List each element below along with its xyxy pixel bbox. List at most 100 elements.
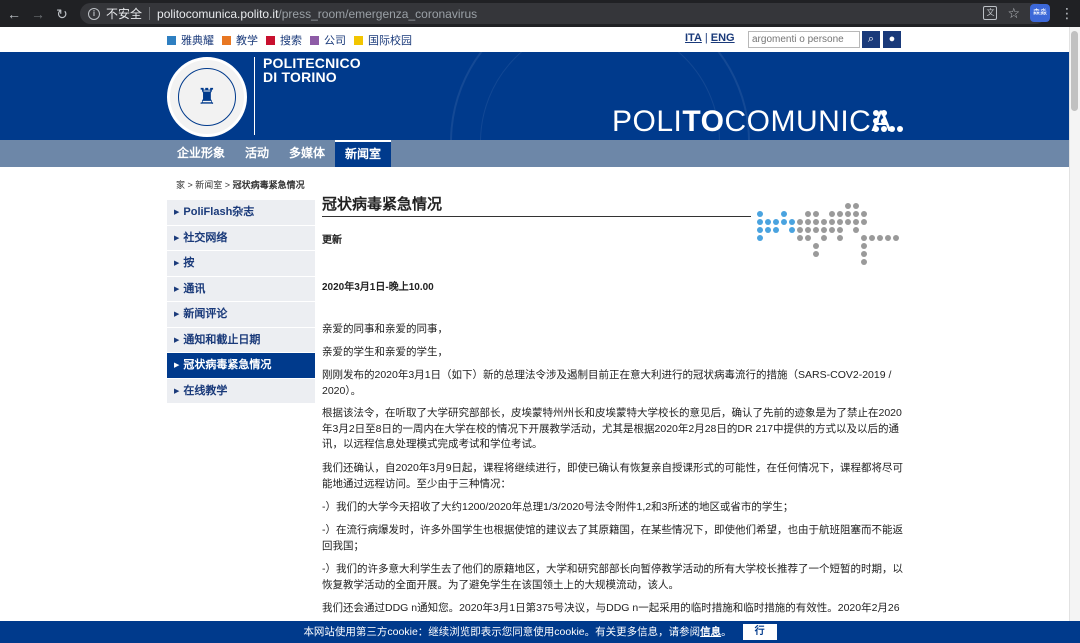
info-icon[interactable]: i	[88, 7, 100, 20]
cookie-info-link[interactable]: 信息	[700, 626, 721, 638]
arrow-right-icon: ▶	[174, 311, 180, 318]
address-bar[interactable]: i 不安全 politocomunica.polito.it/press_roo…	[80, 3, 1046, 24]
brand-wordmark[interactable]: POLITOCOMUNICA	[612, 107, 892, 137]
bookmark-star-icon[interactable]: ☆	[1007, 6, 1020, 20]
arrow-right-icon: ▶	[174, 387, 180, 395]
scrollbar-track[interactable]	[1069, 27, 1080, 621]
university-seal-logo[interactable]: ♜	[167, 57, 247, 137]
sidebar-item-label: 按	[183, 257, 195, 269]
paragraph-reason-2: -）在流行病爆发时，许多外国学生也根据使馆的建议去了其原籍国，在某些情况下，即使…	[322, 524, 903, 552]
arrow-right-icon: ▶	[174, 285, 180, 293]
search-icon: ⌕	[867, 33, 875, 45]
top-link-label: 搜索	[280, 35, 302, 47]
cookie-banner: 本网站使用第三方cookie：继续浏览即表示您同意使用cookie。有关更多信息…	[0, 621, 1080, 643]
top-link-label: 公司	[324, 35, 346, 47]
square-icon	[310, 35, 319, 45]
back-arrow-icon[interactable]: ←	[4, 4, 24, 24]
sidebar: ▶ PoliFlash杂志 ▶ 社交网络 ▶ 按 ▶ 通讯 ▶ 新闻评论 ▶ 通知和截止日期…	[167, 200, 315, 643]
scrollbar-thumb[interactable]	[1071, 31, 1078, 111]
university-name[interactable]: POLITECNICO DI TORINO	[263, 56, 361, 84]
sidebar-item-label: 冠状病毒紧急情况	[183, 359, 272, 371]
arrow-right-icon: ▶	[174, 209, 180, 216]
breadcrumb: 家 > 新闻室 > 冠状病毒紧急情况	[176, 178, 305, 191]
translate-icon[interactable]: 文	[983, 6, 998, 20]
square-icon	[354, 35, 363, 45]
brand-pre: POLI	[612, 105, 683, 138]
utility-bar: 雅典耀 教学 搜索 公司 国际校园 ITA|ENG ⌕ ●	[0, 27, 1080, 52]
top-link-athena[interactable]: 雅典耀	[167, 32, 214, 48]
language-switcher: ITA | ENG	[685, 32, 735, 44]
paragraph-resume-courses: 我们还确认，自2020年3月9日起，课程将继续进行，即使已确认有恢复亲自授课形式…	[322, 462, 904, 490]
paragraph-greeting-students: 亲爱的学生和亲爱的学生，	[322, 346, 448, 358]
cookie-accept-button[interactable]: 行	[742, 624, 777, 641]
paragraph-reason-3: -）我们的许多意大利学生去了他们的原籍地区，大学和研究部部长向暂停教学活动的所有…	[322, 563, 903, 591]
breadcrumb-sep: >	[185, 180, 196, 190]
top-link-research[interactable]: 搜索	[266, 32, 302, 48]
cookie-text: 本网站使用第三方cookie：继续浏览即表示您同意使用cookie。有关更多信息…	[303, 626, 701, 638]
sidebar-item-newsletter[interactable]: ▶ 通讯	[167, 277, 315, 302]
seal-emblem-icon: ♜	[178, 68, 236, 126]
lang-eng-link[interactable]: ENG	[711, 32, 735, 44]
omnibox-divider	[149, 7, 151, 20]
decorative-dots-graphic	[757, 203, 899, 265]
site-header: ♜ POLITECNICO DI TORINO POLITOCOMUNICA	[0, 52, 1080, 140]
breadcrumb-current: 冠状病毒紧急情况	[232, 180, 305, 190]
cookie-text-end: 。	[721, 626, 732, 638]
breadcrumb-newsroom[interactable]: 新闻室	[195, 180, 222, 190]
main-navigation: 企业形象 活动 多媒体 新闻室	[0, 140, 1080, 167]
update-subheading: 更新	[322, 235, 342, 246]
sidebar-item-press[interactable]: ▶ 按	[167, 251, 315, 277]
sidebar-item-press-review[interactable]: ▶ 新闻评论	[167, 302, 315, 328]
user-login-button[interactable]: ●	[883, 31, 901, 48]
arrow-right-icon: ▶	[174, 336, 180, 344]
page-title: 冠状病毒紧急情况	[322, 197, 751, 217]
nav-item-events[interactable]: 活动	[235, 140, 279, 167]
user-icon: ●	[888, 33, 896, 45]
search-button[interactable]: ⌕	[862, 31, 880, 48]
paragraph-greeting-colleagues: 亲爱的同事和亲爱的同事，	[322, 323, 448, 335]
browser-toolbar: ← → ↻ i 不安全 politocomunica.polito.it/pre…	[0, 0, 1080, 27]
paragraph-decree-details: 根据该法令，在听取了大学研究部部长，皮埃蒙特州州长和皮埃蒙特大学校长的意见后，确…	[322, 407, 902, 450]
sidebar-item-label: 通讯	[183, 282, 206, 295]
lang-ita-link[interactable]: ITA	[685, 32, 702, 44]
profile-avatar[interactable]: 森淼	[1030, 4, 1050, 22]
nav-item-corporate[interactable]: 企业形象	[167, 140, 235, 167]
arrow-right-icon: ▶	[174, 234, 180, 242]
sidebar-item-label: 在线教学	[183, 384, 228, 397]
breadcrumb-home[interactable]: 家	[176, 180, 185, 190]
url-path: /press_room/emergenza_coronavirus	[278, 6, 478, 21]
brand-post: COMUNICA	[724, 105, 892, 138]
paragraph-decree: 刚刚发布的2020年3月1日（如下）新的总理法令涉及遏制目前正在意大利进行的冠状…	[322, 369, 892, 397]
reload-icon[interactable]: ↻	[52, 4, 72, 24]
update-dateline: 2020年3月1日-晚上10.00	[322, 282, 434, 293]
browser-menu-icon[interactable]: ⋮	[1060, 6, 1074, 20]
sidebar-item-label: 新闻评论	[183, 308, 228, 320]
brand-dots-icon	[873, 110, 903, 132]
sidebar-item-label: 社交网络	[183, 231, 228, 244]
top-links: 雅典耀 教学 搜索 公司 国际校园	[167, 32, 412, 48]
lang-separator: |	[704, 32, 708, 44]
sidebar-item-poliflash[interactable]: ▶ PoliFlash杂志	[167, 200, 315, 226]
sidebar-item-online-teaching[interactable]: ▶ 在线教学	[167, 379, 315, 404]
paragraph-ddg-notice: 我们还会通过DDG n通知您。2020年3月1日第375号决议，与DDG n一起…	[322, 602, 900, 614]
nav-item-multimedia[interactable]: 多媒体	[279, 140, 335, 167]
site-search-input[interactable]	[748, 31, 860, 48]
square-icon	[266, 35, 275, 45]
sidebar-item-coronavirus[interactable]: ▶ 冠状病毒紧急情况	[167, 353, 315, 379]
square-icon	[222, 35, 231, 45]
top-link-teaching[interactable]: 教学	[222, 32, 258, 48]
arrow-right-icon: ▶	[174, 362, 180, 369]
url-host: politocomunica.polito.it	[157, 6, 279, 21]
nav-item-newsroom[interactable]: 新闻室	[335, 140, 392, 167]
top-link-label: 教学	[236, 35, 258, 47]
sidebar-item-label: PoliFlash杂志	[183, 206, 255, 218]
forward-arrow-icon[interactable]: →	[28, 4, 48, 24]
paragraph-reason-1: -）我们的大学今天招收了大约1200/2020年总理1/3/2020号法令附件1…	[322, 501, 794, 513]
sidebar-item-social[interactable]: ▶ 社交网络	[167, 226, 315, 251]
top-link-company[interactable]: 公司	[310, 32, 346, 48]
top-link-campus[interactable]: 国际校园	[354, 32, 412, 48]
sidebar-list: ▶ PoliFlash杂志 ▶ 社交网络 ▶ 按 ▶ 通讯 ▶ 新闻评论 ▶ 通知和截止日期…	[167, 200, 315, 404]
sidebar-item-deadlines[interactable]: ▶ 通知和截止日期	[167, 328, 315, 353]
logo-divider	[254, 57, 255, 135]
top-link-label: 雅典耀	[181, 35, 214, 47]
